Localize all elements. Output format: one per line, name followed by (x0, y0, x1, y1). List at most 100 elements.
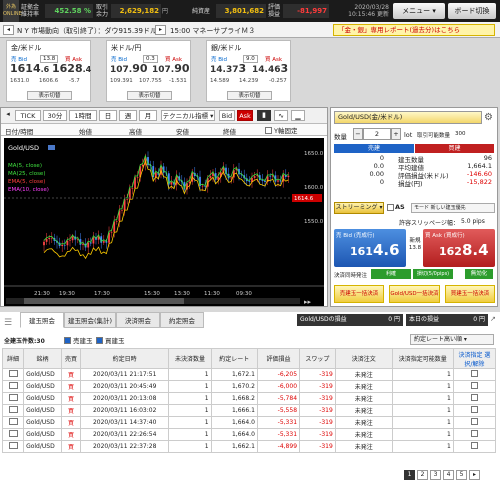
news-item[interactable]: N Y 市場動向（取引終了）：ダウ915.39ドル安 (17, 26, 164, 36)
col-swap[interactable]: スワップ (299, 348, 336, 369)
table-row[interactable]: Gold/USD 買 2020/03/11 20:13:08 1 1,668.2 -5,7… (1, 392, 497, 405)
buy-market-button[interactable]: 買 Ask (買成行) 1628.4 (423, 229, 495, 267)
timeframe-month-button[interactable]: 月 (139, 110, 157, 121)
bid-toggle[interactable]: Bid (219, 110, 235, 121)
row-control[interactable] (452, 440, 497, 453)
col-rate[interactable]: 約定レート (210, 348, 258, 369)
detail-icon[interactable] (8, 394, 18, 401)
row-control[interactable] (1, 404, 25, 417)
detail-icon[interactable] (8, 418, 18, 425)
page-2[interactable]: 2 (417, 470, 428, 480)
line-chart-icon[interactable]: ∿ (274, 110, 288, 121)
tab-settlements[interactable]: 決済照会 (116, 312, 160, 328)
row-control[interactable] (452, 392, 497, 405)
display-toggle-button[interactable]: 表示切替 (27, 91, 72, 100)
technical-indicator-dropdown[interactable]: テクニカル指標 ▾ (161, 110, 215, 121)
settle-all-sell-button[interactable]: 売建玉一括決済 (334, 285, 384, 303)
timeframe-day-button[interactable]: 日 (99, 110, 117, 121)
y-axis-fix-checkbox[interactable]: Y軸固定 (265, 125, 297, 135)
select-checkbox[interactable] (470, 442, 478, 449)
table-row[interactable]: Gold/USD 買 2020/03/11 16:03:02 1 1,666.1 -5,5… (1, 404, 497, 417)
col-detail[interactable]: 詳細 (1, 348, 25, 369)
col-datetime[interactable]: 約定日時 (79, 348, 170, 369)
chart-scroll-left-icon[interactable]: ◂ (3, 110, 13, 121)
checkbox-icon[interactable] (64, 336, 71, 344)
row-control[interactable] (452, 380, 497, 393)
chart-scroll-right-icon[interactable]: ▸▸ (304, 298, 312, 306)
checkbox-icon[interactable] (96, 336, 103, 344)
candlestick-icon[interactable]: ▮ (257, 110, 271, 121)
row-control[interactable] (1, 428, 25, 441)
select-checkbox[interactable] (470, 418, 478, 425)
table-row[interactable]: Gold/USD 買 2020/03/11 22:37:28 1 1,662.1 -4,8… (1, 440, 497, 453)
display-toggle-button[interactable]: 表示切替 (227, 91, 272, 100)
filter-buy-checkbox[interactable]: 買建玉 (96, 335, 125, 345)
row-control[interactable] (1, 416, 25, 429)
table-row[interactable]: Gold/USD 買 2020/03/11 22:26:54 1 1,664.0 -5,3… (1, 428, 497, 441)
pair-select[interactable]: Gold/USD(金/米ドル) (334, 111, 482, 124)
collapse-icon[interactable]: ☰ (4, 318, 12, 328)
economic-event[interactable]: 15:00 マネーサプライＭ３ (170, 26, 255, 36)
disable-button[interactable]: 無効化 (465, 269, 493, 279)
detail-icon[interactable] (8, 406, 18, 413)
col-open-qty[interactable]: 未決済数量 (168, 348, 212, 369)
detail-icon[interactable] (8, 430, 18, 437)
table-row[interactable]: Gold/USD 買 2020/03/11 21:17:51 1 1,672.1 -6,2… (1, 368, 497, 381)
col-settle-order[interactable]: 決済注文 (334, 348, 393, 369)
rate-panel-silver[interactable]: 銀/米ドル 売 Bid 9.0 買 Ask 14.373 14.463 14.5… (206, 40, 291, 102)
checkbox-icon[interactable] (387, 203, 394, 211)
stop-loss-button[interactable]: 損切(5/0pips) (413, 269, 453, 279)
rate-panel-usdjpy[interactable]: 米ドル/円 売 Bid 0.3 買 Ask 107.90 107.90 109.… (106, 40, 191, 102)
slippage-value[interactable]: 5.0 pips (461, 218, 485, 225)
bar-chart-icon[interactable]: ▁ (291, 110, 305, 121)
table-row[interactable]: Gold/USD 買 2020/03/11 20:45:49 1 1,670.2 -6,0… (1, 380, 497, 393)
tab-executions[interactable]: 約定照会 (160, 312, 204, 328)
settings-gear-icon[interactable]: ⚙ (484, 112, 493, 123)
row-control[interactable] (452, 428, 497, 441)
page-5[interactable]: 5 (456, 470, 467, 480)
row-control[interactable] (452, 416, 497, 429)
as-toggle[interactable]: AS (387, 203, 405, 211)
select-checkbox[interactable] (470, 406, 478, 413)
quantity-increment-button[interactable]: + (391, 128, 401, 140)
detail-icon[interactable] (8, 382, 18, 389)
take-profit-button[interactable]: 利確(5/10.0pips) (371, 269, 411, 287)
select-checkbox[interactable] (470, 430, 478, 437)
row-control[interactable] (452, 368, 497, 381)
next-page-icon[interactable]: ▸ (469, 470, 480, 480)
col-select[interactable]: 決済指定 選択/解除 (452, 348, 497, 369)
row-control[interactable] (1, 368, 25, 381)
row-control[interactable] (1, 440, 25, 453)
col-pl[interactable]: 評価損益 (256, 348, 301, 369)
price-chart[interactable]: Gold/USD MA(5, close) MA(25, close) EMA(… (4, 138, 324, 306)
row-control[interactable] (1, 380, 25, 393)
timeframe-week-button[interactable]: 週 (119, 110, 137, 121)
settle-all-buy-button[interactable]: 買建玉一括決済 (445, 285, 495, 303)
settle-all-pair-button[interactable]: Gold/USD一括決済 (389, 285, 440, 303)
tab-positions-summary[interactable]: 建玉照会(集計) (64, 312, 116, 328)
select-checkbox[interactable] (470, 370, 478, 377)
page-3[interactable]: 3 (430, 470, 441, 480)
board-switch-button[interactable]: ボード切換 (448, 3, 496, 19)
detail-icon[interactable] (8, 370, 18, 377)
page-4[interactable]: 4 (443, 470, 454, 480)
news-next-icon[interactable]: ▸ (155, 25, 166, 35)
table-row[interactable]: Gold/USD 買 2020/03/11 14:37:40 1 1,664.0 -5,3… (1, 416, 497, 429)
checkbox-icon[interactable] (265, 126, 272, 134)
timeframe-30m-button[interactable]: 30分 (43, 110, 67, 121)
quantity-input[interactable]: 2 (363, 128, 391, 140)
report-banner[interactable]: 「金・銀」専用レポート(過去分)はこちら (333, 24, 495, 36)
tick-button[interactable]: TICK (15, 110, 41, 121)
row-control[interactable] (452, 404, 497, 417)
rate-panel-gold[interactable]: 金/米ドル 売 Bid 13.8 買 Ask 1614.6 1628.4 163… (6, 40, 91, 102)
display-toggle-button[interactable]: 表示切替 (127, 91, 172, 100)
sort-select[interactable]: 約定レート高い順 ▾ (410, 334, 494, 345)
select-checkbox[interactable] (470, 382, 478, 389)
menu-button[interactable]: メニュー ▾ (393, 3, 445, 19)
tab-positions[interactable]: 建玉照会 (20, 312, 64, 328)
order-mode-dropdown[interactable]: ストリーミング ▾ (334, 202, 384, 214)
chart-scroll-thumb[interactable] (24, 298, 184, 304)
sell-market-button[interactable]: 売 Bid (売成行) 1614.6 (334, 229, 406, 267)
ask-toggle[interactable]: Ask (237, 110, 253, 121)
select-checkbox[interactable] (470, 394, 478, 401)
